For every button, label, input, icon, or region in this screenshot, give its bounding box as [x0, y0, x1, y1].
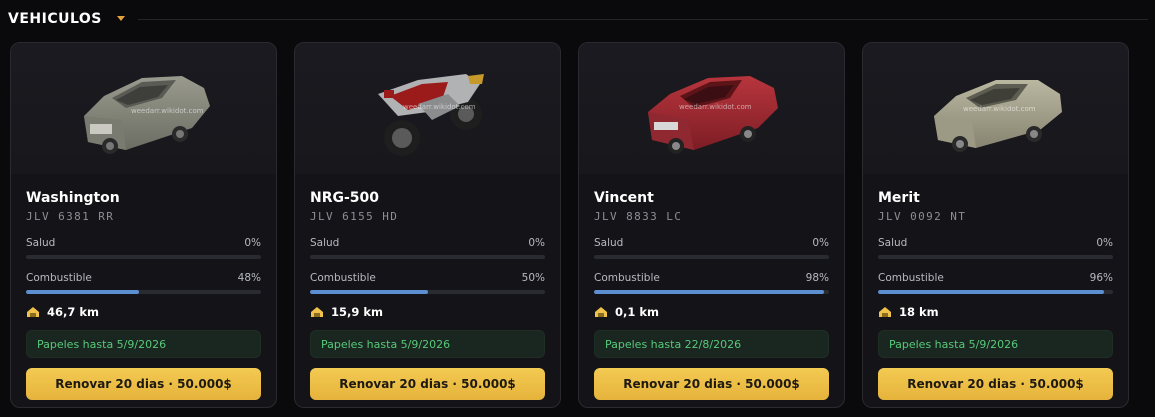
mileage-row: 15,9 km [310, 304, 545, 320]
fuel-stat: Combustible 96% [878, 271, 1113, 294]
vehicle-plate: JLV 6155 HD [310, 210, 399, 223]
health-value: 0% [1096, 237, 1113, 249]
renew-button[interactable]: Renovar 20 dias · 50.000$ [310, 368, 545, 400]
vehicle-card-nrg-500: weedarr.wikidot.com NRG-500 JLV 6155 HD … [294, 42, 561, 408]
fuel-bar [594, 290, 829, 294]
sedan-car-icon [933, 79, 1062, 152]
papers-badge: Papeles hasta 5/9/2026 [310, 330, 545, 358]
sedan-car-icon [83, 75, 210, 154]
chevron-down-icon[interactable] [116, 14, 126, 24]
papers-badge: Papeles hasta 5/9/2026 [878, 330, 1113, 358]
mileage-value: 46,7 km [47, 305, 100, 319]
renew-button[interactable]: Renovar 20 dias · 50.000$ [594, 368, 829, 400]
vehicle-card-washington: weedarr.wikidot.com Washington JLV 6381 … [10, 42, 277, 408]
fuel-bar-fill [310, 290, 428, 294]
section-title: VEHICULOS [8, 11, 102, 27]
vehicle-image: weedarr.wikidot.com [579, 43, 844, 174]
vehicle-card-merit: weedarr.wikidot.com Merit JLV 0092 NT Sa… [862, 42, 1129, 408]
odometer-icon [594, 306, 608, 318]
papers-badge: Papeles hasta 22/8/2026 [594, 330, 829, 358]
vehicle-plate: JLV 0092 NT [878, 210, 967, 223]
renew-button[interactable]: Renovar 20 dias · 50.000$ [878, 368, 1113, 400]
health-bar [310, 255, 545, 259]
fuel-label: Combustible [26, 272, 92, 284]
vehicle-card-vincent: weedarr.wikidot.com Vincent JLV 8833 LC … [578, 42, 845, 408]
vehicle-plate: JLV 6381 RR [26, 210, 115, 223]
fuel-stat: Combustible 50% [310, 271, 545, 294]
vehicle-name: NRG-500 [310, 190, 380, 206]
fuel-bar [878, 290, 1113, 294]
motorcycle-icon [377, 73, 484, 156]
section-header: VEHICULOS [8, 8, 1148, 30]
mileage-row: 46,7 km [26, 304, 261, 320]
health-value: 0% [528, 237, 545, 249]
odometer-icon [310, 306, 324, 318]
vehicle-plate: JLV 8833 LC [594, 210, 683, 223]
fuel-bar [310, 290, 545, 294]
health-label: Salud [594, 237, 624, 249]
odometer-icon [26, 306, 40, 318]
health-label: Salud [26, 237, 56, 249]
fuel-label: Combustible [310, 272, 376, 284]
health-label: Salud [310, 237, 340, 249]
fuel-label: Combustible [594, 272, 660, 284]
fuel-value: 96% [1089, 272, 1113, 284]
mileage-row: 0,1 km [594, 304, 829, 320]
health-value: 0% [812, 237, 829, 249]
fuel-value: 48% [237, 272, 261, 284]
health-bar [26, 255, 261, 259]
fuel-value: 98% [805, 272, 829, 284]
vehicle-name: Merit [878, 190, 920, 206]
vehicle-name: Vincent [594, 190, 654, 206]
fuel-value: 50% [521, 272, 545, 284]
vehicle-image: weedarr.wikidot.com [11, 43, 276, 174]
papers-badge: Papeles hasta 5/9/2026 [26, 330, 261, 358]
health-stat: Salud 0% [594, 236, 829, 259]
vehicle-image: weedarr.wikidot.com [295, 43, 560, 174]
health-bar [878, 255, 1113, 259]
vehicle-cards: weedarr.wikidot.com Washington JLV 6381 … [10, 42, 1150, 410]
fuel-bar-fill [26, 290, 139, 294]
health-stat: Salud 0% [310, 236, 545, 259]
fuel-bar-fill [594, 290, 825, 294]
fuel-bar [26, 290, 261, 294]
health-label: Salud [878, 237, 908, 249]
health-bar [594, 255, 829, 259]
mileage-value: 15,9 km [331, 305, 384, 319]
mileage-value: 18 km [899, 305, 939, 319]
red-sedan-icon [647, 75, 778, 154]
health-value: 0% [244, 237, 261, 249]
fuel-stat: Combustible 48% [26, 271, 261, 294]
health-stat: Salud 0% [26, 236, 261, 259]
mileage-row: 18 km [878, 304, 1113, 320]
fuel-label: Combustible [878, 272, 944, 284]
vehicle-name: Washington [26, 190, 120, 206]
header-divider [137, 18, 1148, 20]
renew-button[interactable]: Renovar 20 dias · 50.000$ [26, 368, 261, 400]
odometer-icon [878, 306, 892, 318]
health-stat: Salud 0% [878, 236, 1113, 259]
vehicle-image: weedarr.wikidot.com [863, 43, 1128, 174]
fuel-stat: Combustible 98% [594, 271, 829, 294]
mileage-value: 0,1 km [615, 305, 660, 319]
fuel-bar-fill [878, 290, 1104, 294]
